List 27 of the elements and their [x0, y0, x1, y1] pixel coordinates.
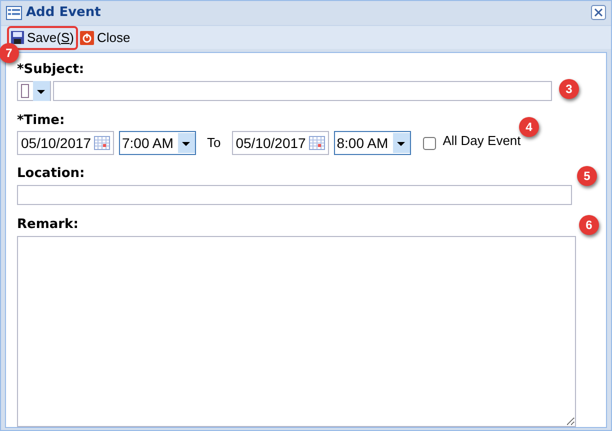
date-field[interactable]: 05/10/2017 [232, 131, 329, 155]
field-label: *Subject: [17, 62, 84, 78]
remark-field[interactable] [17, 236, 576, 427]
calendar-icon [94, 136, 110, 150]
window-title: Add Event [26, 4, 101, 22]
time-dropdown[interactable]: 8:00 AM [334, 131, 411, 155]
callout-badge: 3 [559, 79, 579, 99]
subject-field[interactable] [53, 81, 552, 101]
callout-badge: 6 [579, 215, 599, 235]
calendar-icon [308, 136, 325, 150]
callout-badge: 7 [0, 43, 19, 63]
field-label: *Time: [17, 113, 65, 129]
separator-label: To [207, 134, 221, 152]
list-icon [6, 6, 22, 20]
field-label: Remark: [17, 216, 78, 233]
color-dropdown[interactable] [17, 81, 51, 101]
close-button[interactable] [591, 5, 606, 20]
date-field[interactable]: 05/10/2017 [17, 131, 114, 155]
field-label: Location: [17, 166, 85, 182]
location-field[interactable] [17, 185, 572, 205]
callout-badge: 4 [519, 117, 539, 137]
time-dropdown[interactable]: 7:00 AM [119, 131, 196, 155]
all-day-label: All Day Event [442, 132, 521, 150]
all-day-checkbox[interactable] [422, 136, 436, 150]
callout-badge: 5 [577, 166, 597, 186]
close-button[interactable]: Close [78, 28, 132, 48]
power-icon [80, 30, 94, 44]
